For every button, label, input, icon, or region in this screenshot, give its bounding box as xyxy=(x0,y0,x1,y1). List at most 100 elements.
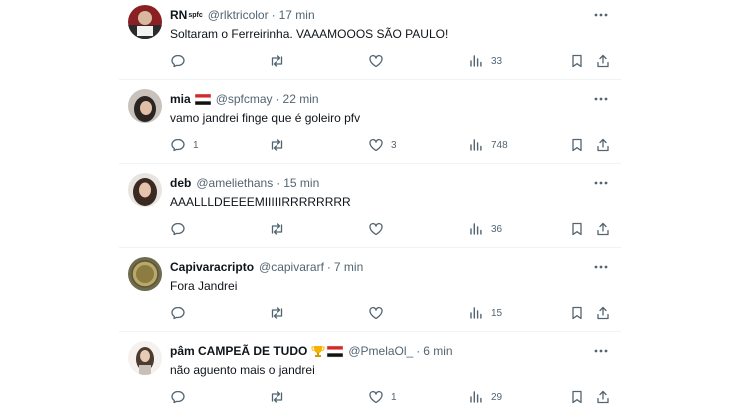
views-button[interactable]: 33 xyxy=(468,53,502,69)
handle[interactable]: @rlktricolor xyxy=(208,8,269,22)
avatar[interactable] xyxy=(128,89,162,123)
timestamp[interactable]: 6 min xyxy=(423,344,452,358)
tweet[interactable]: RN spfc @rlktricolor · 17 min Soltaram o … xyxy=(119,0,621,80)
like-count: 1 xyxy=(391,391,397,403)
view-count: 29 xyxy=(491,391,503,403)
reply-icon xyxy=(171,390,185,404)
view-count: 15 xyxy=(491,307,503,319)
reply-icon xyxy=(171,222,185,236)
more-icon xyxy=(594,97,608,101)
handle[interactable]: @capivararf xyxy=(259,260,324,274)
bookmark-button[interactable] xyxy=(569,221,585,237)
avatar[interactable] xyxy=(128,5,162,39)
more-options-button[interactable] xyxy=(590,344,612,358)
share-button[interactable] xyxy=(595,137,611,153)
timestamp[interactable]: 17 min xyxy=(279,8,315,22)
handle[interactable]: @PmelaOl_ xyxy=(348,344,413,358)
more-options-button[interactable] xyxy=(590,260,612,274)
tweet[interactable]: Capivaracripto @capivararf · 7 min Fora … xyxy=(119,248,621,332)
bookmark-button[interactable] xyxy=(569,137,585,153)
heart-icon xyxy=(369,222,383,236)
retweet-button[interactable] xyxy=(269,137,285,153)
share-button[interactable] xyxy=(595,221,611,237)
more-options-button[interactable] xyxy=(590,176,612,190)
separator: · xyxy=(271,8,276,22)
share-icon xyxy=(597,390,609,404)
share-button[interactable] xyxy=(595,305,611,321)
more-options-button[interactable] xyxy=(590,92,612,106)
retweet-button[interactable] xyxy=(269,53,285,69)
heart-icon xyxy=(369,138,383,152)
retweet-button[interactable] xyxy=(269,221,285,237)
reply-button[interactable] xyxy=(170,305,193,321)
flag-icon xyxy=(194,93,211,105)
views-button[interactable]: 29 xyxy=(468,389,502,405)
retweet-icon xyxy=(271,139,283,151)
avatar[interactable] xyxy=(128,341,162,375)
handle[interactable]: @spfcmay xyxy=(216,92,273,106)
view-count: 748 xyxy=(491,139,508,151)
views-button[interactable]: 36 xyxy=(468,221,502,237)
retweet-icon xyxy=(271,55,283,67)
like-button[interactable] xyxy=(368,305,391,321)
display-name[interactable]: pâm CAMPEÃ DE TUDO xyxy=(170,344,307,358)
avatar[interactable] xyxy=(128,173,162,207)
more-options-button[interactable] xyxy=(590,8,612,22)
reply-button[interactable] xyxy=(170,53,193,69)
action-bar: 33 xyxy=(119,53,621,69)
views-button[interactable]: 15 xyxy=(468,305,502,321)
retweet-button[interactable] xyxy=(269,305,285,321)
reply-count: 1 xyxy=(193,139,199,151)
share-button[interactable] xyxy=(595,389,611,405)
views-button[interactable]: 748 xyxy=(468,137,508,153)
tweet-text: Fora Jandrei xyxy=(170,279,238,293)
reply-button[interactable] xyxy=(170,221,193,237)
tweet[interactable]: deb @ameliethans · 15 min AAALLLDEEEEMII… xyxy=(119,164,621,248)
separator: · xyxy=(326,260,331,274)
display-name[interactable]: deb xyxy=(170,176,191,190)
view-count: 36 xyxy=(491,223,503,235)
share-icon xyxy=(597,222,609,236)
tweet-header: mia @spfcmay · 22 min xyxy=(170,91,319,107)
reply-feed: RN spfc @rlktricolor · 17 min Soltaram o … xyxy=(119,0,621,416)
reply-button[interactable] xyxy=(170,389,193,405)
like-button[interactable]: 1 xyxy=(368,389,397,405)
tweet[interactable]: pâm CAMPEÃ DE TUDO @PmelaOl_ · 6 min não… xyxy=(119,332,621,416)
analytics-icon xyxy=(470,223,482,235)
bookmark-button[interactable] xyxy=(569,53,585,69)
analytics-icon xyxy=(470,391,482,403)
display-name[interactable]: Capivaracripto xyxy=(170,260,254,274)
separator: · xyxy=(275,92,280,106)
timestamp[interactable]: 7 min xyxy=(334,260,363,274)
retweet-button[interactable] xyxy=(269,389,285,405)
like-button[interactable]: 3 xyxy=(368,137,397,153)
display-name[interactable]: mia xyxy=(170,92,191,106)
like-button[interactable] xyxy=(368,221,391,237)
tweet-header: Capivaracripto @capivararf · 7 min xyxy=(170,259,363,275)
reply-button[interactable]: 1 xyxy=(170,137,199,153)
like-count: 3 xyxy=(391,139,397,151)
action-bar: 15 xyxy=(119,305,621,321)
bookmark-button[interactable] xyxy=(569,389,585,405)
tweet-header: pâm CAMPEÃ DE TUDO @PmelaOl_ · 6 min xyxy=(170,343,453,359)
bookmark-button[interactable] xyxy=(569,305,585,321)
reply-icon xyxy=(171,138,185,152)
tweet-header: RN spfc @rlktricolor · 17 min xyxy=(170,7,315,23)
name-suffix: spfc xyxy=(188,11,203,19)
share-button[interactable] xyxy=(595,53,611,69)
like-button[interactable] xyxy=(368,53,391,69)
bookmark-icon xyxy=(572,222,582,236)
tweet[interactable]: mia @spfcmay · 22 min vamo jandrei finge… xyxy=(119,80,621,164)
share-icon xyxy=(597,306,609,320)
analytics-icon xyxy=(470,139,482,151)
avatar[interactable] xyxy=(128,257,162,291)
share-icon xyxy=(597,54,609,68)
action-bar: 1 3 748 xyxy=(119,137,621,153)
tweet-text: Soltaram o Ferreirinha. VAAAMOOOS SÃO PA… xyxy=(170,27,449,41)
handle[interactable]: @ameliethans xyxy=(196,176,273,190)
timestamp[interactable]: 15 min xyxy=(283,176,319,190)
display-name[interactable]: RN xyxy=(170,8,187,22)
retweet-icon xyxy=(271,223,283,235)
timestamp[interactable]: 22 min xyxy=(283,92,319,106)
analytics-icon xyxy=(470,307,482,319)
